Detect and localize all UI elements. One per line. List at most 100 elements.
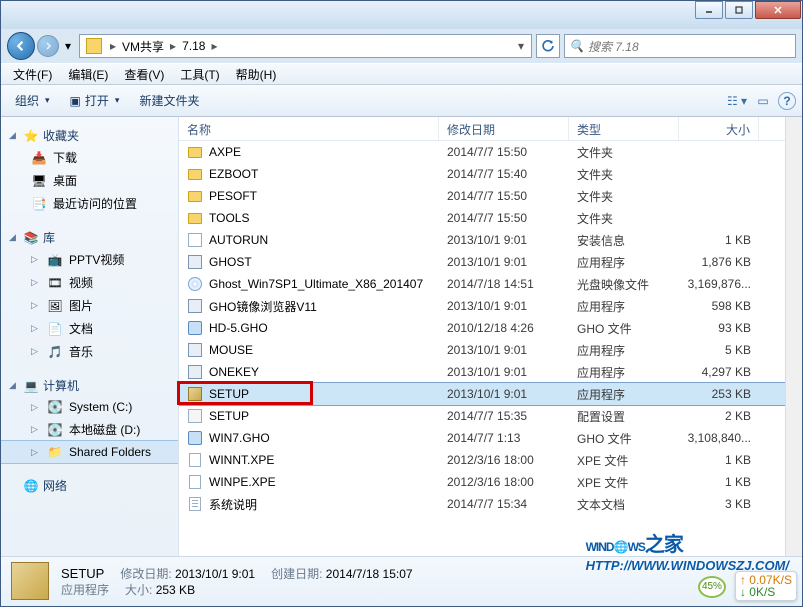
nav-pptv[interactable]: ▷📺PPTV视频 (1, 248, 178, 271)
details-icon (11, 562, 51, 602)
close-button[interactable] (755, 1, 801, 19)
details-name: SETUP (61, 566, 104, 582)
file-row[interactable]: HD-5.GHO2010/12/18 4:26GHO 文件93 KB (179, 317, 785, 339)
file-size: 1 KB (679, 451, 759, 469)
help-button[interactable]: ? (778, 92, 796, 110)
file-row[interactable]: AXPE 2014/7/7 15:50文件夹 (179, 141, 785, 163)
header-type[interactable]: 类型 (569, 117, 679, 140)
file-row[interactable]: AUTORUN2013/10/1 9:01安装信息1 KB (179, 229, 785, 251)
nav-drive-c[interactable]: ▷💽System (C:) (1, 396, 178, 418)
organize-button[interactable]: 组织 (7, 88, 58, 113)
new-folder-button[interactable]: 新建文件夹 (131, 88, 207, 113)
star-icon: ⭐ (23, 128, 39, 144)
file-date: 2014/7/7 15:50 (439, 143, 569, 161)
file-size: 93 KB (679, 319, 759, 337)
file-type: 应用程序 (569, 252, 679, 273)
breadcrumb-sep: ▸ (207, 39, 221, 53)
preview-pane-button[interactable]: ▭ (752, 90, 774, 112)
back-button[interactable] (7, 32, 35, 60)
file-row[interactable]: PESOFT2014/7/7 15:50文件夹 (179, 185, 785, 207)
nav-drive-d[interactable]: ▷💽本地磁盘 (D:) (1, 418, 178, 441)
file-date: 2014/7/7 15:35 (439, 407, 569, 425)
nav-shared-folders[interactable]: ▷📁Shared Folders (1, 441, 178, 463)
search-input[interactable]: 🔍 搜索 7.18 (564, 34, 796, 58)
drive-icon: 💽 (47, 399, 63, 415)
file-size: 2 KB (679, 407, 759, 425)
nav-favorites[interactable]: ◢⭐收藏夹 (1, 125, 178, 146)
file-type: 应用程序 (569, 296, 679, 317)
file-row[interactable]: WINNT.XPE2012/3/16 18:00XPE 文件1 KB (179, 449, 785, 471)
file-row[interactable]: WIN7.GHO2014/7/7 1:13GHO 文件3,108,840... (179, 427, 785, 449)
nav-recent[interactable]: 📑最近访问的位置 (1, 192, 178, 215)
menu-view[interactable]: 查看(V) (116, 64, 172, 85)
file-name: EZBOOT (209, 167, 258, 181)
details-type: 应用程序 (61, 582, 109, 598)
file-name: PESOFT (209, 189, 257, 203)
file-type: 安装信息 (569, 230, 679, 251)
file-rows: AXPE 2014/7/7 15:50文件夹EZBOOT2014/7/7 15:4… (179, 141, 785, 556)
nav-pictures[interactable]: ▷🖼图片 (1, 294, 178, 317)
file-row[interactable]: GHOST2013/10/1 9:01应用程序1,876 KB (179, 251, 785, 273)
scrollbar[interactable] (785, 117, 802, 556)
nav-desktop[interactable]: 🖥桌面 (1, 169, 178, 192)
nav-network[interactable]: ◢🌐网络 (1, 475, 178, 496)
address-bar[interactable]: ▸ VM共享 ▸ 7.18 ▸ ▾ (79, 34, 532, 58)
history-dropdown[interactable]: ▾ (61, 33, 75, 59)
file-name: GHOST (209, 255, 252, 269)
file-name: MOUSE (209, 343, 253, 357)
file-row[interactable]: 系统说明2014/7/7 15:34文本文档3 KB (179, 493, 785, 515)
menu-edit[interactable]: 编辑(E) (60, 64, 116, 85)
file-row[interactable]: EZBOOT2014/7/7 15:40文件夹 (179, 163, 785, 185)
nav-computer[interactable]: ◢💻计算机 (1, 375, 178, 396)
file-name: 系统说明 (209, 496, 257, 513)
file-name: AXPE (209, 145, 241, 159)
header-date[interactable]: 修改日期 (439, 117, 569, 140)
header-name[interactable]: 名称 (179, 117, 439, 140)
header-size[interactable]: 大小 (679, 117, 759, 140)
nav-music[interactable]: ▷🎵音乐 (1, 340, 178, 363)
file-size: 4,297 KB (679, 363, 759, 381)
menu-help[interactable]: 帮助(H) (228, 64, 285, 85)
file-type: GHO 文件 (569, 428, 679, 449)
file-size: 3,108,840... (679, 429, 759, 447)
file-row[interactable]: WINPE.XPE2012/3/16 18:00XPE 文件1 KB (179, 471, 785, 493)
menu-file[interactable]: 文件(F) (5, 64, 60, 85)
breadcrumb-seg[interactable]: 7.18 (180, 39, 207, 53)
address-dropdown[interactable]: ▾ (513, 39, 529, 53)
file-type: 文本文档 (569, 494, 679, 515)
toolbar: 组织 ▣打开 新建文件夹 ☷ ▾ ▭ ? (1, 85, 802, 117)
file-row[interactable]: ONEKEY2013/10/1 9:01应用程序4,297 KB (179, 361, 785, 383)
maximize-button[interactable] (725, 1, 753, 19)
file-icon (187, 474, 203, 490)
file-row[interactable]: SETUP2013/10/1 9:01应用程序253 KB (179, 383, 785, 405)
menu-tools[interactable]: 工具(T) (172, 64, 227, 85)
forward-button[interactable] (37, 35, 59, 57)
file-row[interactable]: MOUSE2013/10/1 9:01应用程序5 KB (179, 339, 785, 361)
file-type: 应用程序 (569, 340, 679, 361)
file-row[interactable]: TOOLS2014/7/7 15:50文件夹 (179, 207, 785, 229)
view-mode-button[interactable]: ☷ ▾ (726, 90, 748, 112)
nav-videos[interactable]: ▷🎞视频 (1, 271, 178, 294)
search-placeholder: 搜索 7.18 (588, 38, 639, 55)
file-type: 文件夹 (569, 142, 679, 163)
file-row[interactable]: Ghost_Win7SP1_Ultimate_X86_2014072014/7/… (179, 273, 785, 295)
nav-documents[interactable]: ▷📄文档 (1, 317, 178, 340)
file-row[interactable]: GHO镜像浏览器V112013/10/1 9:01应用程序598 KB (179, 295, 785, 317)
file-icon (187, 254, 203, 270)
shared-icon: 📁 (47, 444, 63, 460)
file-date: 2013/10/1 9:01 (439, 341, 569, 359)
file-size: 253 KB (679, 385, 759, 403)
nav-libraries[interactable]: ◢📚库 (1, 227, 178, 248)
file-icon (187, 342, 203, 358)
file-date: 2014/7/18 14:51 (439, 275, 569, 293)
file-icon (187, 408, 203, 424)
network-speed-widget[interactable]: 45% ↑ 0.07K/S ↓ 0K/S (735, 571, 797, 601)
open-button[interactable]: ▣打开 (62, 88, 128, 113)
nav-downloads[interactable]: 📥下载 (1, 146, 178, 169)
download-speed: ↓ 0K/S (740, 586, 792, 598)
breadcrumb-seg[interactable]: VM共享 (120, 38, 166, 55)
minimize-button[interactable] (695, 1, 723, 19)
file-row[interactable]: SETUP2014/7/7 15:35配置设置2 KB (179, 405, 785, 427)
refresh-button[interactable] (536, 34, 560, 58)
file-date: 2012/3/16 18:00 (439, 451, 569, 469)
